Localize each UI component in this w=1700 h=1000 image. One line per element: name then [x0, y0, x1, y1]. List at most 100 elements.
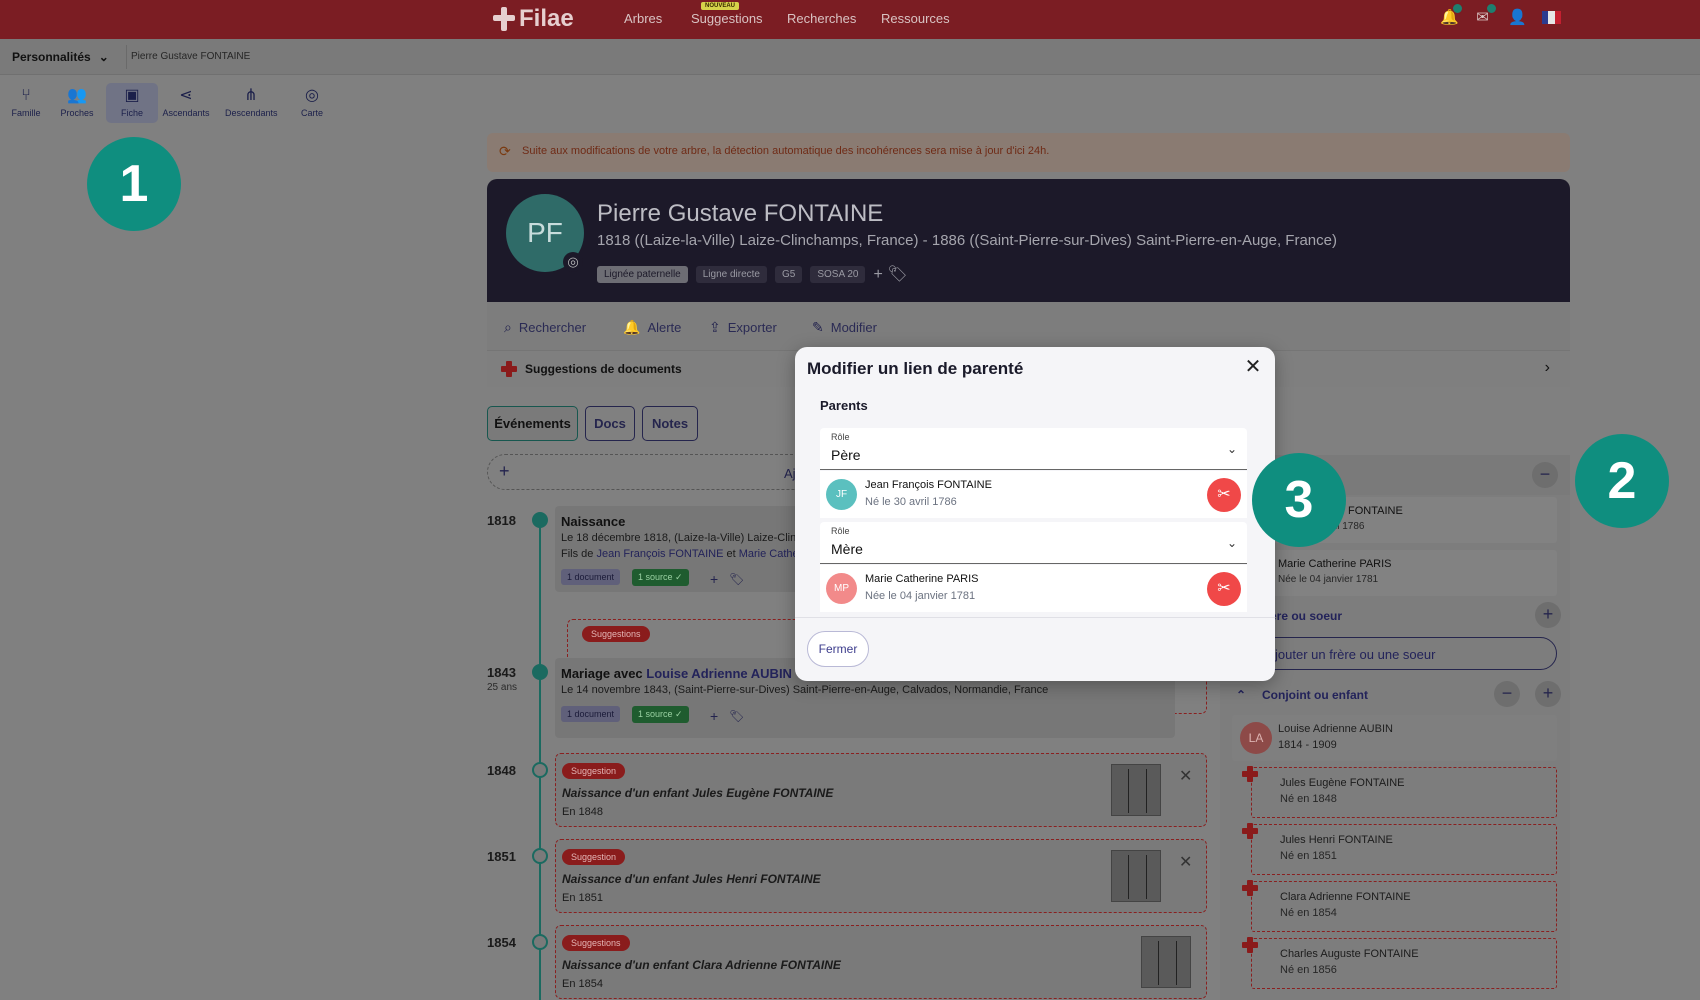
event-age: 25 ans	[487, 682, 518, 693]
scissors-icon: ✂	[1217, 580, 1231, 597]
mail-icon[interactable]: ✉	[1474, 3, 1497, 26]
nav-suggestions[interactable]: Suggestions	[691, 11, 763, 26]
tag[interactable]: G5	[775, 265, 803, 283]
document-thumbnail[interactable]	[1141, 936, 1191, 988]
chevron-down-icon: ⌄	[98, 50, 109, 64]
chevron-up-icon[interactable]: ⌃	[1236, 688, 1246, 702]
dismiss-icon[interactable]: ✕	[1179, 852, 1192, 872]
add-sibling-button[interactable]: jouter un frère ou une soeur	[1240, 637, 1557, 670]
alert-action[interactable]: 🔔 Alerte	[623, 319, 681, 336]
document-thumbnail[interactable]	[1111, 764, 1161, 816]
tool-proches[interactable]: 👥 Proches	[51, 83, 103, 123]
tool-carte[interactable]: ◎ Carte	[286, 83, 338, 123]
add-sibling-icon[interactable]: +	[1535, 602, 1561, 628]
father-role-select[interactable]: Rôle Père ⌄	[820, 428, 1247, 470]
tool-descendants[interactable]: ⋔ Descendants	[225, 83, 278, 123]
add-icon[interactable]: +	[710, 708, 718, 724]
breadcrumb: Pierre Gustave FONTAINE	[131, 51, 251, 62]
step-marker-1: 1	[87, 137, 181, 231]
father-link[interactable]: Jean François FONTAINE	[596, 548, 723, 560]
tag[interactable]: Ligne directe	[695, 265, 767, 283]
sync-icon: ⟳	[499, 143, 511, 159]
suggestion-card[interactable]: Suggestion Naissance d'un enfant Jules H…	[555, 839, 1207, 913]
edit-relationship-dialog: Modifier un lien de parenté ✕ Parents Rô…	[795, 347, 1275, 681]
mother-card[interactable]: Marie Catherine PARIS Née le 04 janvier …	[1240, 550, 1557, 596]
tag[interactable]: Lignée paternelle	[597, 265, 688, 283]
tag-icon[interactable]: 🏷	[729, 709, 744, 723]
target-icon[interactable]: ◎	[563, 252, 583, 272]
divider	[795, 617, 1275, 618]
edit-action[interactable]: ✎ Modifier	[812, 319, 877, 336]
tab-docs[interactable]: Docs	[585, 406, 635, 441]
suggestion-card[interactable]: Suggestions Naissance d'un enfant Clara …	[555, 925, 1207, 999]
flag-fr-icon[interactable]	[1542, 11, 1561, 24]
siblings-section-label: ère ou soeur	[1270, 609, 1343, 623]
person-header: PF ◎ Pierre Gustave FONTAINE 1818 ((Laiz…	[487, 179, 1570, 302]
chevron-down-icon: ⌄	[1226, 442, 1237, 456]
add-icon[interactable]: +	[710, 571, 718, 587]
filae-logo[interactable]: Filae	[493, 5, 574, 33]
dismiss-icon[interactable]: ✕	[1179, 766, 1192, 786]
compass-icon: ◎	[305, 87, 319, 104]
source-count-chip[interactable]: 1 source ✓	[632, 706, 689, 723]
timeline-dot	[532, 848, 548, 864]
child-suggestion-card[interactable]: Clara Adrienne FONTAINE Né en 1854	[1251, 881, 1557, 932]
event-year: 1854	[487, 935, 516, 950]
tag-list: Lignée paternelle Ligne directe G5 SOSA …	[597, 264, 908, 284]
divider	[126, 45, 127, 69]
pencil-icon: ✎	[812, 319, 824, 335]
document-thumbnail[interactable]	[1111, 850, 1161, 902]
tag-icon[interactable]: 🏷	[729, 572, 744, 586]
suggestion-card[interactable]: Suggestion Naissance d'un enfant Jules E…	[555, 753, 1207, 827]
nav-arbres[interactable]: Arbres	[624, 11, 662, 26]
tag[interactable]: SOSA 20	[810, 265, 866, 283]
tab-notes[interactable]: Notes	[642, 406, 698, 441]
mother-row: MP Marie Catherine PARIS Née le 04 janvi…	[820, 565, 1247, 612]
source-count-chip[interactable]: 1 source ✓	[632, 569, 689, 586]
suggestion-icon	[501, 361, 517, 377]
document-count-chip[interactable]: 1 document	[561, 569, 621, 585]
tool-ascendants[interactable]: ⋖ Ascendants	[160, 83, 212, 123]
tab-evenements[interactable]: Événements	[487, 406, 578, 441]
child-suggestion-card[interactable]: Jules Eugène FONTAINE Né en 1848	[1251, 767, 1557, 818]
notification-dot	[1452, 3, 1463, 14]
avatar: LA	[1240, 722, 1272, 754]
unlink-father-button[interactable]: ✂	[1207, 478, 1241, 512]
child-suggestion-card[interactable]: Charles Auguste FONTAINE Né en 1856	[1251, 938, 1557, 989]
nav-ressources[interactable]: Ressources	[881, 11, 950, 26]
avatar: MP	[826, 573, 857, 604]
user-icon[interactable]: 👤	[1508, 9, 1527, 26]
close-button[interactable]: Fermer	[807, 631, 869, 667]
add-icon[interactable]: +	[1535, 681, 1561, 707]
timeline-dot	[532, 512, 548, 528]
breadcrumb-bar: Personnalités ⌄ Pierre Gustave FONTAINE	[0, 39, 1700, 75]
bell-icon[interactable]: 🔔	[1440, 3, 1463, 26]
mother-link[interactable]: Marie Cathe	[739, 548, 799, 560]
collapse-icon[interactable]: −	[1532, 462, 1558, 488]
event-year: 1851	[487, 849, 516, 864]
plus-icon: +	[499, 461, 510, 481]
tool-famille[interactable]: ⑂ Famille	[0, 83, 52, 123]
mother-role-select[interactable]: Rôle Mère ⌄	[820, 522, 1247, 564]
top-navbar: Filae Arbres Suggestions NOUVEAU Recherc…	[0, 0, 1700, 39]
tree-select[interactable]: Personnalités ⌄	[12, 50, 109, 64]
add-tag-icon[interactable]: + 🏷	[873, 264, 907, 284]
suggestion-icon	[1242, 937, 1258, 953]
descendants-icon: ⋔	[244, 87, 258, 104]
unlink-mother-button[interactable]: ✂	[1207, 572, 1241, 606]
child-suggestion-card[interactable]: Jules Henri FONTAINE Né en 1851	[1251, 824, 1557, 875]
spouse-link[interactable]: Louise Adrienne AUBIN	[646, 666, 792, 681]
spouse-card[interactable]: LA Louise Adrienne AUBIN 1814 - 1909	[1232, 715, 1557, 761]
export-action[interactable]: ⇪ Exporter	[709, 319, 777, 336]
suggestion-icon	[1242, 766, 1258, 782]
nav-recherches[interactable]: Recherches	[787, 11, 856, 26]
close-icon[interactable]: ✕	[1241, 355, 1265, 379]
document-count-chip[interactable]: 1 document	[561, 706, 621, 722]
tool-fiche[interactable]: ▣ Fiche	[106, 83, 158, 123]
ancestors-icon: ⋖	[179, 87, 193, 104]
collapse-icon[interactable]: −	[1494, 681, 1520, 707]
search-action[interactable]: ⌕ Rechercher	[504, 319, 586, 336]
person-dates: 1818 ((Laize-la-Ville) Laize-Clinchamps,…	[597, 232, 1337, 249]
suggestions-pill[interactable]: Suggestions	[582, 626, 650, 642]
profile-card-icon: ▣	[124, 87, 140, 104]
